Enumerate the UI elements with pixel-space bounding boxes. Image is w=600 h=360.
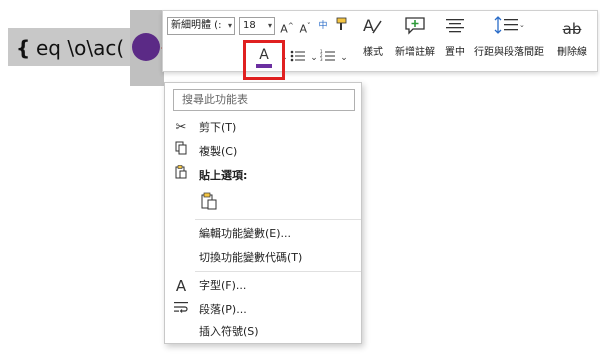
strikethrough-icon: ab	[562, 20, 582, 38]
format-painter-icon[interactable]	[333, 17, 349, 35]
line-spacing-button[interactable]: ⌄ 行距與段落間距	[471, 15, 547, 69]
comment-label: 新增註解	[395, 47, 435, 58]
spacing-label: 行距與段落間距	[474, 47, 544, 58]
line-spacing-icon: ⌄	[471, 15, 547, 43]
font-size-select[interactable]: 18 ▾	[239, 17, 275, 35]
menu-item-label: 編輯功能變數(E)...	[199, 227, 292, 240]
menu-item-label: 插入符號(S)	[199, 325, 259, 338]
menu-item-label: 貼上選項:	[199, 169, 248, 182]
menu-item-font[interactable]: A 字型(F)...	[165, 275, 361, 297]
styles-label: 樣式	[363, 47, 383, 58]
menu-search-input[interactable]: 搜尋此功能表	[173, 89, 355, 111]
shrink-font-icon[interactable]: A˅	[297, 17, 313, 36]
styles-button[interactable]: A 樣式	[357, 15, 389, 69]
chevron-down-icon: ▾	[227, 21, 232, 30]
svg-text:A: A	[363, 16, 374, 35]
menu-item-copy[interactable]: 複製(C)	[165, 141, 361, 163]
menu-item-label: 字型(F)...	[199, 279, 247, 292]
menu-separator	[195, 271, 361, 272]
strikethrough-button[interactable]: ab 刪除線	[551, 15, 593, 69]
menu-item-label: 切換功能變數代碼(T)	[199, 251, 303, 264]
field-brace: {	[16, 36, 31, 60]
svg-text:3: 3	[320, 57, 323, 62]
strike-label: 刪除線	[557, 47, 587, 58]
svg-text:⌄: ⌄	[519, 21, 524, 29]
comment-icon	[391, 15, 439, 43]
chevron-down-icon[interactable]: ⌄	[335, 49, 353, 67]
menu-item-label: 剪下(T)	[199, 121, 237, 134]
font-name-value: 新細明體 (:	[171, 20, 222, 31]
menu-item-toggle-field-codes[interactable]: 切換功能變數代碼(T)	[165, 247, 361, 269]
font-name-select[interactable]: 新細明體 (: ▾	[167, 17, 235, 35]
styles-icon: A	[357, 15, 389, 43]
menu-item-cut[interactable]: ✂ 剪下(T)	[165, 117, 361, 139]
new-comment-button[interactable]: 新增註解	[391, 15, 439, 69]
menu-separator	[195, 219, 361, 220]
paste-icon	[173, 165, 189, 187]
menu-item-paragraph[interactable]: 段落(P)...	[165, 299, 361, 321]
center-button[interactable]: 置中	[441, 15, 469, 69]
align-center-icon	[441, 15, 469, 43]
mini-toolbar: 新細明體 (: ▾ 18 ▾ A^ A˅ 中 A ⌄ ⌄ 123 ⌄ A 樣式 …	[162, 10, 598, 80]
font-size-value: 18	[243, 20, 256, 31]
phonetic-guide-icon[interactable]: 中	[315, 17, 331, 35]
grow-font-icon[interactable]: A^	[279, 17, 295, 36]
purple-circle-character[interactable]	[132, 33, 160, 61]
context-menu: 搜尋此功能表 ✂ 剪下(T) 複製(C) 貼上選項: 編輯功能變數(E)... …	[164, 82, 362, 344]
menu-item-label: 複製(C)	[199, 145, 238, 158]
red-highlight-box	[243, 40, 285, 80]
menu-item-edit-field[interactable]: 編輯功能變數(E)...	[165, 223, 361, 245]
chevron-down-icon: ▾	[267, 21, 272, 30]
paragraph-icon	[173, 299, 189, 321]
paste-keep-text-icon[interactable]	[199, 192, 219, 212]
scissors-icon: ✂	[175, 120, 187, 135]
field-code-text[interactable]: eq \o\ac(	[36, 36, 124, 60]
menu-item-label: 段落(P)...	[199, 303, 247, 316]
center-label: 置中	[445, 47, 465, 58]
copy-icon	[173, 141, 189, 163]
menu-item-paste-options: 貼上選項:	[165, 165, 361, 187]
menu-item-insert-symbol[interactable]: 插入符號(S)	[165, 321, 361, 343]
font-icon: A	[175, 277, 187, 295]
